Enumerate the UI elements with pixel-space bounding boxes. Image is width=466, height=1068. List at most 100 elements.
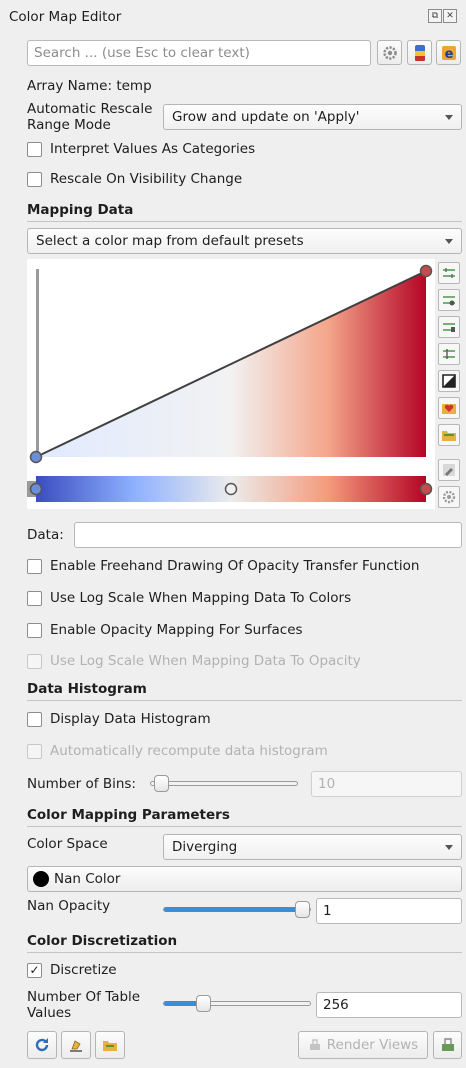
invert-map-button[interactable] bbox=[438, 370, 460, 392]
rescale-mode-value: Grow and update on 'Apply' bbox=[172, 109, 360, 125]
table-values-label: Number Of Table Values bbox=[27, 989, 141, 1021]
section-mapping-data: Mapping Data bbox=[27, 202, 134, 218]
rescale-visibility-checkbox[interactable]: Rescale On Visibility Change bbox=[27, 171, 242, 187]
log-scale-colors-checkbox[interactable]: Use Log Scale When Mapping Data To Color… bbox=[27, 590, 351, 606]
nan-opacity-slider-track[interactable] bbox=[163, 907, 311, 912]
save-preset-button[interactable] bbox=[438, 424, 460, 446]
section-divider bbox=[27, 221, 462, 222]
auto-render-button[interactable] bbox=[433, 1031, 462, 1059]
rescale-mode-select[interactable]: Grow and update on 'Apply' bbox=[163, 104, 462, 130]
interpret-categories-checkbox[interactable]: Interpret Values As Categories bbox=[27, 141, 255, 157]
color-point-low[interactable] bbox=[29, 482, 43, 496]
checkbox-label: Enable Freehand Drawing Of Opacity Trans… bbox=[50, 558, 420, 574]
color-space-select[interactable]: Diverging bbox=[163, 834, 462, 860]
data-field[interactable] bbox=[74, 522, 462, 548]
rescale-custom-icon bbox=[443, 296, 455, 306]
section-color-discretization: Color Discretization bbox=[27, 933, 178, 949]
bins-slider-track[interactable] bbox=[150, 781, 298, 786]
opacity-surfaces-checkbox[interactable]: Enable Opacity Mapping For Surfaces bbox=[27, 622, 303, 638]
table-values-field[interactable]: 256 bbox=[316, 992, 462, 1018]
float-icon[interactable]: ⧉ bbox=[428, 9, 442, 23]
checkbox-box[interactable] bbox=[27, 711, 42, 727]
nan-opacity-slider-handle[interactable] bbox=[295, 901, 310, 918]
gear-icon bbox=[382, 45, 397, 60]
section-divider bbox=[27, 952, 462, 953]
log-scale-opacity-checkbox: Use Log Scale When Mapping Data To Opaci… bbox=[27, 653, 361, 669]
checkbox-box[interactable] bbox=[27, 141, 42, 157]
folder-icon bbox=[442, 431, 456, 441]
checkbox-box[interactable] bbox=[27, 558, 42, 574]
search-input[interactable]: Search ... (use Esc to clear text) bbox=[27, 40, 371, 66]
section-divider bbox=[27, 826, 462, 827]
rescale-visible-icon bbox=[443, 349, 455, 359]
rescale-range-icon bbox=[443, 268, 455, 278]
auto-recompute-checkbox: Automatically recompute data histogram bbox=[27, 743, 328, 759]
table-values-slider-handle[interactable] bbox=[196, 995, 211, 1012]
data-label: Data: bbox=[27, 527, 64, 543]
load-default-button[interactable] bbox=[95, 1031, 125, 1059]
render-icon bbox=[309, 1039, 320, 1050]
checkbox-label: Display Data Histogram bbox=[50, 711, 211, 727]
edit-color-button[interactable] bbox=[438, 459, 460, 481]
checkbox-label: Rescale On Visibility Change bbox=[50, 171, 243, 187]
checkbox-label: Automatically recompute data histogram bbox=[50, 743, 328, 759]
rescale-temporal-button[interactable] bbox=[438, 316, 460, 338]
advanced-color-button[interactable] bbox=[438, 486, 460, 508]
array-name: Array Name: temp bbox=[27, 78, 152, 94]
transfer-function-editor[interactable] bbox=[27, 259, 435, 509]
rescale-visible-button[interactable] bbox=[438, 343, 460, 365]
checkbox-box[interactable]: ✓ bbox=[27, 962, 42, 978]
color-point-mid[interactable] bbox=[224, 482, 238, 496]
discretize-checkbox[interactable]: ✓ Discretize bbox=[27, 962, 117, 978]
close-icon[interactable]: ✕ bbox=[443, 9, 457, 23]
table-values-slider-track[interactable] bbox=[163, 1001, 311, 1006]
nan-opacity-field[interactable]: 1 bbox=[316, 898, 462, 924]
refresh-icon bbox=[35, 1038, 49, 1052]
copy-properties-button[interactable] bbox=[407, 40, 432, 65]
checkbox-box[interactable] bbox=[27, 622, 42, 638]
heart-folder-icon bbox=[442, 404, 456, 414]
search-placeholder: Search ... (use Esc to clear text) bbox=[34, 45, 250, 61]
auto-render-icon bbox=[441, 1038, 454, 1051]
preset-select[interactable]: Select a color map from default presets bbox=[27, 228, 462, 254]
checkbox-label: Interpret Values As Categories bbox=[50, 141, 256, 157]
edit-colors-button[interactable]: e bbox=[436, 40, 461, 65]
rescale-temporal-icon bbox=[443, 323, 455, 332]
nan-color-label: Nan Color bbox=[54, 871, 121, 887]
panel-titlebar: Color Map Editor ⧉ ✕ bbox=[0, 0, 466, 34]
checkbox-label: Use Log Scale When Mapping Data To Opaci… bbox=[50, 653, 361, 669]
bins-slider-handle[interactable] bbox=[154, 775, 169, 792]
checkbox-box[interactable] bbox=[27, 171, 42, 187]
panel-title: Color Map Editor bbox=[9, 9, 122, 25]
colormap-icon bbox=[414, 44, 425, 61]
rescale-to-data-button[interactable] bbox=[438, 262, 460, 284]
display-histogram-checkbox[interactable]: Display Data Histogram bbox=[27, 711, 211, 727]
title-buttons: ⧉ ✕ bbox=[428, 9, 457, 23]
bins-value: 10 bbox=[318, 776, 336, 792]
freehand-checkbox[interactable]: Enable Freehand Drawing Of Opacity Trans… bbox=[27, 558, 419, 574]
chevron-down-icon bbox=[445, 114, 453, 120]
save-default-icon bbox=[70, 1040, 82, 1052]
checkbox-label: Use Log Scale When Mapping Data To Color… bbox=[50, 590, 352, 606]
save-default-button[interactable] bbox=[61, 1031, 91, 1059]
render-views-button: Render Views bbox=[298, 1031, 428, 1059]
preset-select-value: Select a color map from default presets bbox=[36, 233, 304, 249]
chevron-down-icon bbox=[445, 844, 453, 850]
choose-preset-button[interactable] bbox=[438, 397, 460, 419]
opacity-point-high[interactable] bbox=[419, 264, 433, 278]
section-data-histogram: Data Histogram bbox=[27, 681, 147, 697]
rescale-mode-label: Automatic Rescale Range Mode bbox=[27, 101, 153, 133]
opacity-point-low[interactable] bbox=[29, 450, 43, 464]
checkbox-box[interactable] bbox=[27, 590, 42, 606]
bins-label: Number of Bins: bbox=[27, 776, 136, 792]
advanced-gear-button[interactable] bbox=[377, 40, 402, 65]
color-point-high[interactable] bbox=[419, 482, 433, 496]
refresh-button[interactable] bbox=[27, 1031, 57, 1059]
section-divider bbox=[27, 700, 462, 701]
rescale-custom-button[interactable] bbox=[438, 289, 460, 311]
nan-color-button[interactable]: Nan Color bbox=[27, 866, 462, 892]
checkbox-box bbox=[27, 653, 42, 669]
chevron-down-icon bbox=[445, 238, 453, 244]
nan-opacity-label: Nan Opacity bbox=[27, 898, 111, 914]
nan-opacity-slider-fill bbox=[164, 907, 310, 912]
